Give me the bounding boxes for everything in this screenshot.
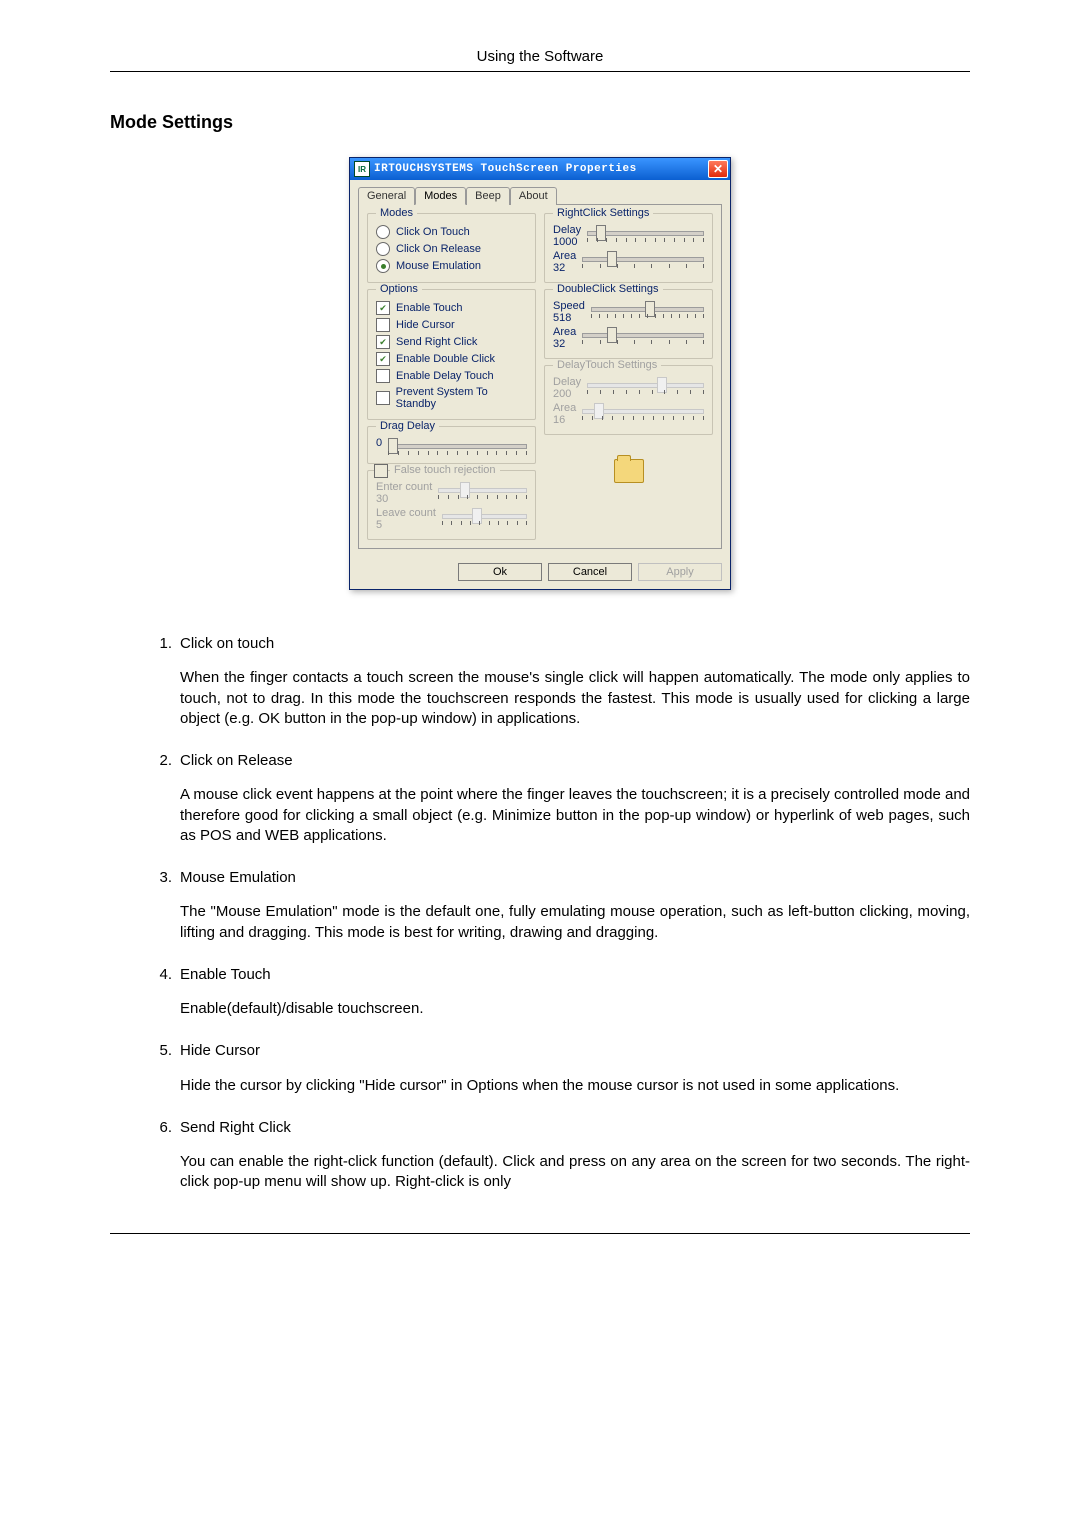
list-item: Click on touch When the finger contacts … xyxy=(180,634,970,729)
leave-count-slider xyxy=(442,507,527,525)
window-title: IRTOUCHSYSTEMS TouchScreen Properties xyxy=(374,163,637,175)
titlebar: IR IRTOUCHSYSTEMS TouchScreen Properties… xyxy=(350,158,730,180)
tab-modes[interactable]: Modes xyxy=(415,187,466,205)
enter-count-value: 30 xyxy=(376,493,432,505)
item-body: When the finger contacts a touch screen … xyxy=(180,668,970,729)
doc-list: Click on touch When the finger contacts … xyxy=(180,634,970,1193)
app-icon: IR xyxy=(354,161,370,177)
delaytouch-delay-label: Delay xyxy=(553,376,581,388)
folder-icon xyxy=(614,459,644,483)
group-doubleclick: DoubleClick Settings Speed 518 xyxy=(544,289,713,359)
ok-button[interactable]: Ok xyxy=(458,563,542,581)
tab-about[interactable]: About xyxy=(510,187,557,205)
apply-button: Apply xyxy=(638,563,722,581)
chk-false-touch[interactable] xyxy=(374,464,388,478)
rightclick-delay-label: Delay xyxy=(553,224,581,236)
delaytouch-area-label: Area xyxy=(553,402,576,414)
rightclick-delay-value: 1000 xyxy=(553,236,581,248)
group-rightclick: RightClick Settings Delay 1000 xyxy=(544,213,713,283)
checkbox-icon xyxy=(376,335,390,349)
group-drag-delay-legend: Drag Delay xyxy=(376,420,439,432)
delaytouch-area-slider xyxy=(582,402,704,420)
group-modes-legend: Modes xyxy=(376,207,417,219)
group-delaytouch: DelayTouch Settings Delay 200 xyxy=(544,365,713,435)
chk-send-right-click[interactable]: Send Right Click xyxy=(376,335,527,349)
tab-page-modes: Modes Click On Touch Click On Release xyxy=(358,204,722,549)
enter-count-slider xyxy=(438,481,527,499)
leave-count-value: 5 xyxy=(376,519,436,531)
dialog-button-row: Ok Cancel Apply xyxy=(350,557,730,589)
tab-beep[interactable]: Beep xyxy=(466,187,510,205)
enter-count-label: Enter count xyxy=(376,481,432,493)
radio-mouse-emulation[interactable]: Mouse Emulation xyxy=(376,259,527,273)
chk-enable-touch[interactable]: Enable Touch xyxy=(376,301,527,315)
item-title: Click on Release xyxy=(180,751,970,771)
checkbox-icon xyxy=(376,318,390,332)
item-body: Hide the cursor by clicking "Hide cursor… xyxy=(180,1076,970,1096)
group-false-touch-legend: False touch rejection xyxy=(390,464,500,476)
doubleclick-area-label: Area xyxy=(553,326,576,338)
group-options: Options Enable Touch Hide Cursor xyxy=(367,289,536,420)
checkbox-icon xyxy=(376,301,390,315)
group-options-legend: Options xyxy=(376,283,422,295)
item-title: Hide Cursor xyxy=(180,1041,970,1061)
checkbox-icon xyxy=(376,391,390,405)
footer-rule xyxy=(110,1233,970,1234)
radio-icon xyxy=(376,259,390,273)
list-item: Send Right Click You can enable the righ… xyxy=(180,1118,970,1193)
list-item: Enable Touch Enable(default)/disable tou… xyxy=(180,965,970,1020)
chk-enable-double-click[interactable]: Enable Double Click xyxy=(376,352,527,366)
delaytouch-delay-slider xyxy=(587,376,704,394)
item-title: Click on touch xyxy=(180,634,970,654)
item-body: You can enable the right-click function … xyxy=(180,1152,970,1193)
doubleclick-speed-value: 518 xyxy=(553,312,585,324)
tab-strip: General Modes Beep About xyxy=(350,180,730,204)
radio-click-on-touch[interactable]: Click On Touch xyxy=(376,225,527,239)
doubleclick-test-folder[interactable] xyxy=(544,459,713,483)
group-drag-delay: Drag Delay 0 xyxy=(367,426,536,464)
delaytouch-delay-value: 200 xyxy=(553,388,581,400)
chk-enable-delay-touch[interactable]: Enable Delay Touch xyxy=(376,369,527,383)
properties-dialog: IR IRTOUCHSYSTEMS TouchScreen Properties… xyxy=(349,157,731,590)
group-modes: Modes Click On Touch Click On Release xyxy=(367,213,536,283)
doubleclick-speed-slider[interactable] xyxy=(591,300,704,318)
drag-delay-value: 0 xyxy=(376,437,382,449)
cancel-button[interactable]: Cancel xyxy=(548,563,632,581)
tab-general[interactable]: General xyxy=(358,187,415,205)
delaytouch-area-value: 16 xyxy=(553,414,576,426)
rightclick-area-slider[interactable] xyxy=(582,250,704,268)
doubleclick-speed-label: Speed xyxy=(553,300,585,312)
list-item: Hide Cursor Hide the cursor by clicking … xyxy=(180,1041,970,1096)
leave-count-label: Leave count xyxy=(376,507,436,519)
group-delaytouch-legend: DelayTouch Settings xyxy=(553,359,661,371)
page-header: Using the Software xyxy=(110,48,970,72)
item-title: Mouse Emulation xyxy=(180,868,970,888)
chk-hide-cursor[interactable]: Hide Cursor xyxy=(376,318,527,332)
rightclick-delay-slider[interactable] xyxy=(587,224,704,242)
group-false-touch: False touch rejection Enter count 30 xyxy=(367,470,536,540)
list-item: Mouse Emulation The "Mouse Emulation" mo… xyxy=(180,868,970,943)
rightclick-area-label: Area xyxy=(553,250,576,262)
item-body: Enable(default)/disable touchscreen. xyxy=(180,999,970,1019)
list-item: Click on Release A mouse click event hap… xyxy=(180,751,970,846)
checkbox-icon xyxy=(376,369,390,383)
item-title: Enable Touch xyxy=(180,965,970,985)
dialog-screenshot: IR IRTOUCHSYSTEMS TouchScreen Properties… xyxy=(110,157,970,590)
doubleclick-area-slider[interactable] xyxy=(582,326,704,344)
chk-prevent-standby[interactable]: Prevent System To Standby xyxy=(376,386,527,410)
section-title: Mode Settings xyxy=(110,112,970,133)
group-rightclick-legend: RightClick Settings xyxy=(553,207,653,219)
item-title: Send Right Click xyxy=(180,1118,970,1138)
checkbox-icon xyxy=(376,352,390,366)
doubleclick-area-value: 32 xyxy=(553,338,576,350)
radio-click-on-release[interactable]: Click On Release xyxy=(376,242,527,256)
group-doubleclick-legend: DoubleClick Settings xyxy=(553,283,663,295)
close-icon[interactable]: ✕ xyxy=(708,160,728,178)
drag-delay-slider[interactable] xyxy=(388,437,527,455)
rightclick-area-value: 32 xyxy=(553,262,576,274)
item-body: The "Mouse Emulation" mode is the defaul… xyxy=(180,902,970,943)
radio-icon xyxy=(376,225,390,239)
item-body: A mouse click event happens at the point… xyxy=(180,785,970,846)
radio-icon xyxy=(376,242,390,256)
